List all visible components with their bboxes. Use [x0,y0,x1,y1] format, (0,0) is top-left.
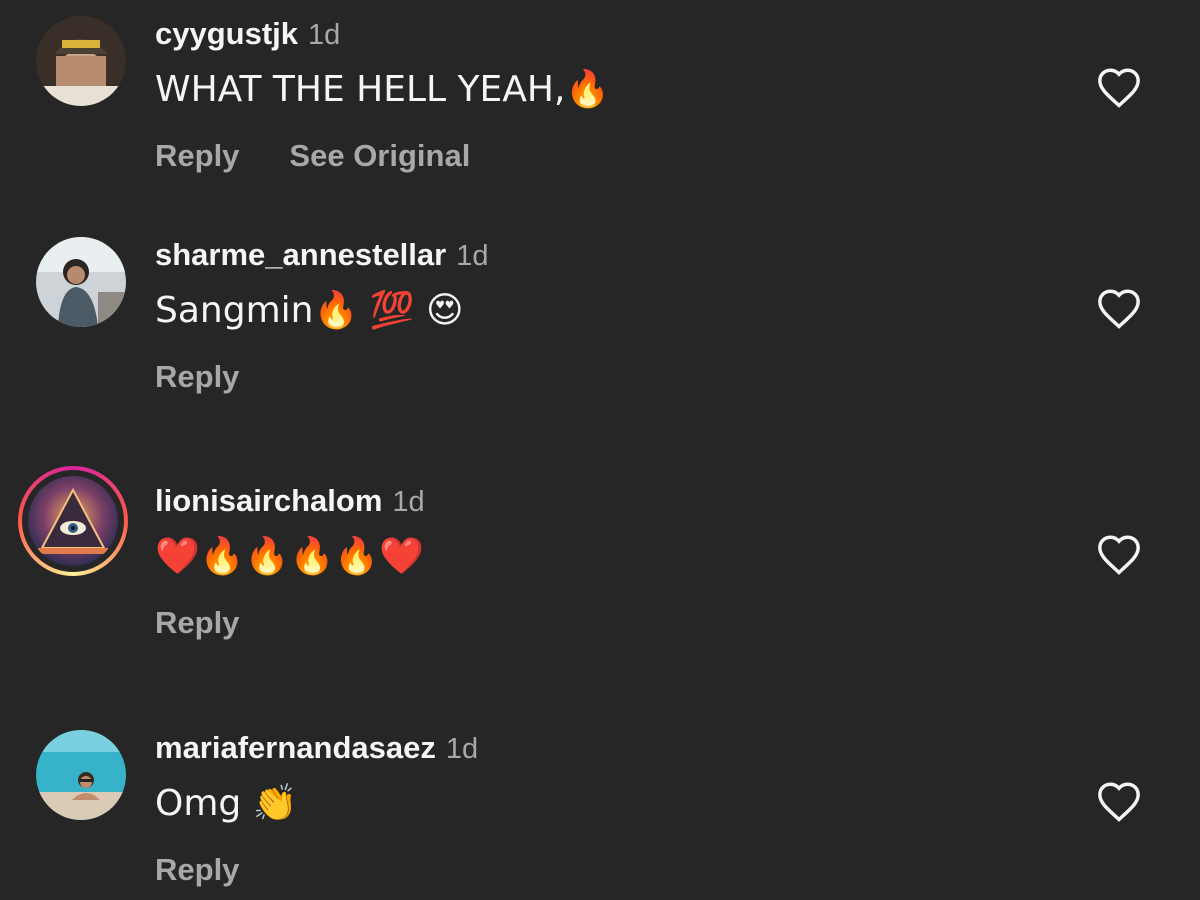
username[interactable]: cyygustjk [155,16,298,52]
timestamp: 1d [445,733,479,765]
comment-header: mariafernandasaez 1d [155,730,478,770]
avatar[interactable] [36,237,126,327]
user-avatar-car-icon [36,237,126,327]
comment-text: ❤️🔥🔥🔥🔥❤️ [155,536,424,577]
user-avatar-eye-pyramid-icon [28,476,118,566]
username[interactable]: mariafernandasaez [155,730,436,766]
avatar-ring-gap [22,470,124,572]
comment-actions: Reply [155,852,239,888]
timestamp: 1d [392,486,425,518]
see-original-button[interactable]: See Original [289,138,470,174]
comment-header: lionisairchalom 1d [155,483,425,523]
username[interactable]: sharme_annestellar [155,237,446,273]
heart-outline-icon[interactable] [1096,287,1142,333]
comment-item: mariafernandasaez 1d Omg 👏 Reply [0,730,1200,900]
user-avatar-cap-icon [36,16,126,106]
comment-header: cyygustjk 1d [155,16,340,56]
heart-outline-icon[interactable] [1096,533,1142,579]
comment-text: WHAT THE HELL YEAH,🔥 [155,69,611,110]
reply-button[interactable]: Reply [155,852,239,888]
user-avatar-pool-icon [36,730,126,820]
comment-item: cyygustjk 1d WHAT THE HELL YEAH,🔥 Reply … [0,16,1200,216]
avatar-with-story-ring[interactable] [18,466,128,576]
username[interactable]: lionisairchalom [155,483,382,519]
timestamp: 1d [456,240,489,272]
reply-button[interactable]: Reply [155,359,239,395]
avatar [28,476,118,566]
heart-outline-icon[interactable] [1096,66,1142,112]
comment-actions: Reply See Original [155,138,470,174]
comment-actions: Reply [155,359,239,395]
comment-header: sharme_annestellar 1d [155,237,488,277]
comment-text: Omg 👏 [155,783,298,824]
reply-button[interactable]: Reply [155,138,239,174]
avatar[interactable] [36,16,126,106]
comments-list: cyygustjk 1d WHAT THE HELL YEAH,🔥 Reply … [0,0,1200,900]
timestamp: 1d [308,19,341,51]
heart-outline-icon[interactable] [1096,780,1142,826]
reply-button[interactable]: Reply [155,605,239,641]
comment-text: Sangmin🔥 💯 😍 [155,290,464,331]
comment-item: lionisairchalom 1d ❤️🔥🔥🔥🔥❤️ Reply [0,466,1200,683]
comment-item: sharme_annestellar 1d Sangmin🔥 💯 😍 Reply [0,237,1200,437]
comment-actions: Reply [155,605,239,641]
avatar[interactable] [36,730,126,820]
